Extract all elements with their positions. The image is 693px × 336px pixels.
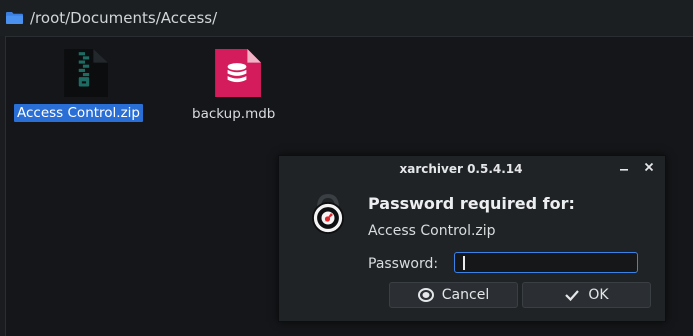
text-caret	[463, 256, 465, 270]
cancel-icon	[417, 288, 434, 302]
close-icon	[644, 162, 654, 172]
ok-button[interactable]: OK	[522, 282, 651, 308]
cancel-label: Cancel	[441, 287, 490, 303]
side-panel-edge	[0, 36, 6, 336]
current-path[interactable]: /root/Documents/Access/	[30, 9, 217, 27]
zip-archive-icon	[64, 49, 108, 97]
location-bar: /root/Documents/Access/	[0, 0, 693, 37]
cancel-button[interactable]: Cancel	[389, 282, 518, 308]
close-button[interactable]	[640, 160, 658, 178]
database-file-icon	[215, 49, 261, 97]
minimize-icon	[620, 169, 628, 171]
minimize-button[interactable]	[615, 160, 633, 178]
file-name-label: Access Control.zip	[14, 104, 144, 122]
checkmark-icon	[565, 290, 580, 302]
ok-label: OK	[588, 287, 609, 303]
dialog-titlebar[interactable]: xarchiver 0.5.4.14	[279, 156, 665, 182]
password-dialog: xarchiver 0.5.4.14 Password required for…	[278, 155, 666, 322]
password-input[interactable]	[454, 252, 638, 273]
folder-icon	[6, 12, 23, 24]
archive-filename: Access Control.zip	[368, 223, 496, 239]
password-lock-icon	[312, 194, 344, 234]
dialog-heading: Password required for:	[368, 194, 575, 213]
dialog-title: xarchiver 0.5.4.14	[399, 162, 523, 176]
password-label: Password:	[368, 256, 439, 272]
file-name-label: backup.mdb	[192, 106, 276, 122]
